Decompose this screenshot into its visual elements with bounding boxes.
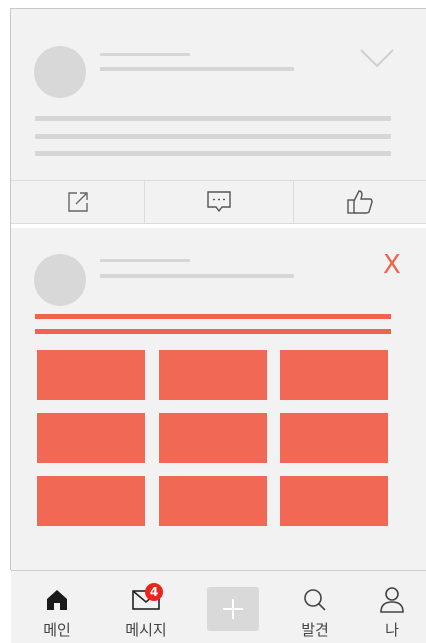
post-1-meta-placeholder [100, 67, 294, 71]
post-1-action-bar [11, 180, 426, 224]
image-tile[interactable] [159, 413, 267, 463]
image-tile[interactable] [159, 476, 267, 526]
home-icon [47, 590, 67, 610]
post-1-username-placeholder [100, 53, 190, 56]
share-icon [67, 192, 88, 212]
post-2-avatar[interactable] [34, 254, 86, 306]
post-2-meta-placeholder [100, 274, 294, 278]
tab-messages-label: 메시지 [125, 621, 167, 639]
image-tile[interactable] [280, 476, 388, 526]
post-2-image-grid [37, 350, 388, 526]
app-screen: X 메인 4 메시지 발견 나 [0, 0, 426, 643]
post-2-close-button[interactable]: X [383, 252, 401, 278]
add-post-button[interactable] [207, 587, 259, 631]
thumbs-up-icon [347, 190, 373, 214]
post-1-text-line-2 [35, 134, 391, 139]
image-tile[interactable] [280, 413, 388, 463]
tab-me-label: 나 [385, 621, 399, 639]
like-button[interactable] [294, 181, 426, 223]
tab-discover-label: 발견 [301, 621, 329, 639]
image-tile[interactable] [37, 476, 145, 526]
image-tile[interactable] [159, 350, 267, 400]
person-icon [380, 587, 404, 613]
image-tile[interactable] [37, 350, 145, 400]
post-2-text-line-1 [35, 314, 391, 319]
tab-discover[interactable]: 발견 [293, 571, 337, 643]
post-1-text-line-3 [35, 151, 391, 156]
tab-me[interactable]: 나 [372, 571, 412, 643]
post-1-text-line-1 [35, 116, 391, 121]
tab-main-label: 메인 [43, 621, 71, 639]
tab-messages[interactable]: 4 메시지 [114, 571, 178, 643]
image-tile[interactable] [37, 413, 145, 463]
share-button[interactable] [11, 181, 144, 223]
post-1-avatar[interactable] [34, 46, 86, 98]
search-icon [304, 589, 326, 611]
chevron-down-icon[interactable] [359, 46, 395, 70]
comment-icon [207, 191, 231, 213]
message-count-badge: 4 [145, 583, 163, 601]
plus-icon [223, 599, 243, 619]
comment-button[interactable] [145, 181, 293, 223]
post-2-text-line-2 [35, 329, 391, 334]
post-2-username-placeholder [100, 259, 190, 262]
tab-main[interactable]: 메인 [33, 571, 81, 643]
image-tile[interactable] [280, 350, 388, 400]
